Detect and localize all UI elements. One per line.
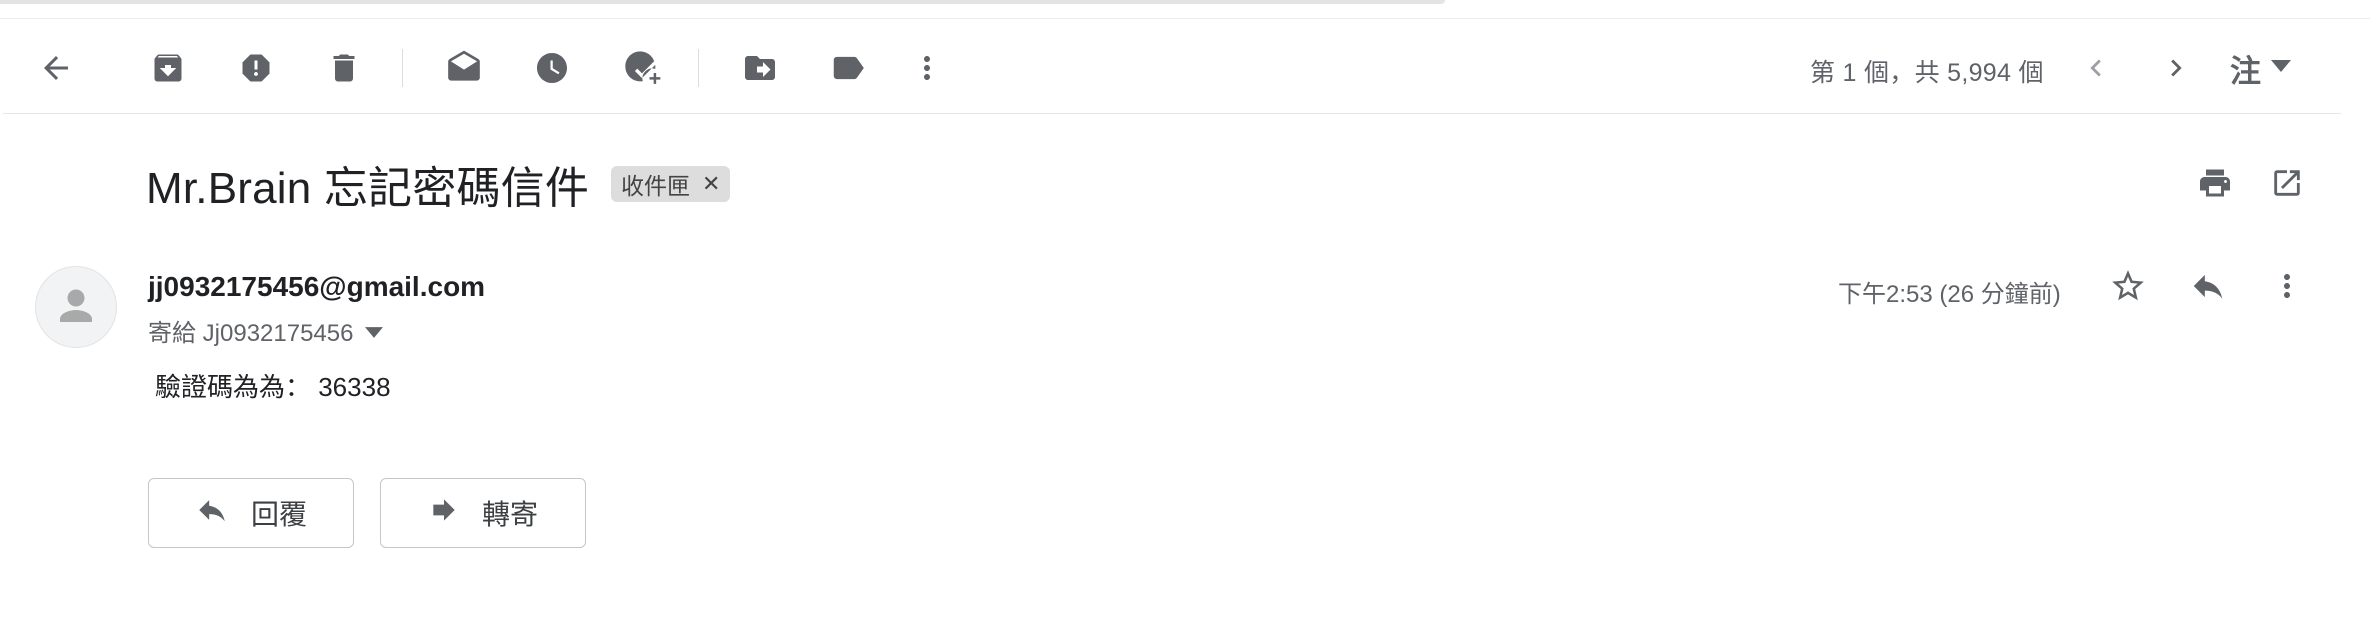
delete-icon[interactable]	[324, 48, 364, 88]
star-icon[interactable]	[2108, 266, 2148, 306]
forward-icon	[428, 494, 460, 533]
reply-button-label: 回覆	[250, 499, 307, 530]
input-tools-button[interactable]: 注	[2230, 48, 2291, 89]
reply-button[interactable]: 回覆	[148, 478, 354, 548]
label-chip-text: 收件匣	[621, 173, 691, 199]
caret-down-icon	[365, 317, 384, 345]
caret-down-icon	[2271, 59, 2291, 77]
divider	[3, 113, 2341, 114]
scrollbar-track[interactable]	[0, 0, 1445, 4]
forward-button[interactable]: 轉寄	[380, 478, 586, 548]
message-time: 下午2:53 (26 分鐘前)	[1838, 281, 2061, 308]
forward-button-label: 轉寄	[481, 499, 538, 530]
print-icon[interactable]	[2195, 163, 2235, 203]
label-icon[interactable]	[828, 48, 868, 88]
person-icon	[60, 289, 92, 322]
chevron-right-icon[interactable]	[2158, 48, 2194, 88]
reply-icon	[195, 493, 229, 534]
avatar	[35, 266, 117, 348]
recipient-line: 寄給 Jj0932175456	[148, 320, 354, 347]
label-chip: 收件匣 ✕	[611, 166, 731, 202]
reply-icon[interactable]	[2188, 266, 2228, 306]
sender-email[interactable]: jj0932175456@gmail.com	[148, 271, 485, 303]
message-body: 驗證碼為為： 36338	[155, 372, 391, 402]
toolbar-separator	[402, 49, 403, 87]
open-new-window-icon[interactable]	[2267, 163, 2307, 203]
mark-unread-icon[interactable]	[444, 48, 484, 88]
back-arrow-icon[interactable]	[36, 48, 76, 88]
more-vert-icon[interactable]	[2267, 266, 2307, 306]
pager-count: 第 1 個，共 5,994 個	[1810, 59, 2044, 87]
remove-label-icon[interactable]: ✕	[702, 171, 720, 197]
page-title: Mr.Brain 忘記密碼信件	[146, 164, 590, 213]
archive-icon[interactable]	[148, 48, 188, 88]
chevron-left-icon[interactable]	[2078, 48, 2114, 88]
move-to-icon[interactable]	[740, 48, 780, 88]
add-to-tasks-icon[interactable]	[620, 46, 664, 90]
report-spam-icon[interactable]	[236, 48, 276, 88]
snooze-icon[interactable]	[532, 48, 572, 88]
more-vert-icon[interactable]	[907, 48, 947, 88]
input-tool-label: 注	[2230, 53, 2261, 89]
toolbar-separator	[698, 49, 699, 87]
recipients-toggle[interactable]: 寄給 Jj0932175456	[148, 313, 384, 348]
divider	[0, 18, 2370, 19]
